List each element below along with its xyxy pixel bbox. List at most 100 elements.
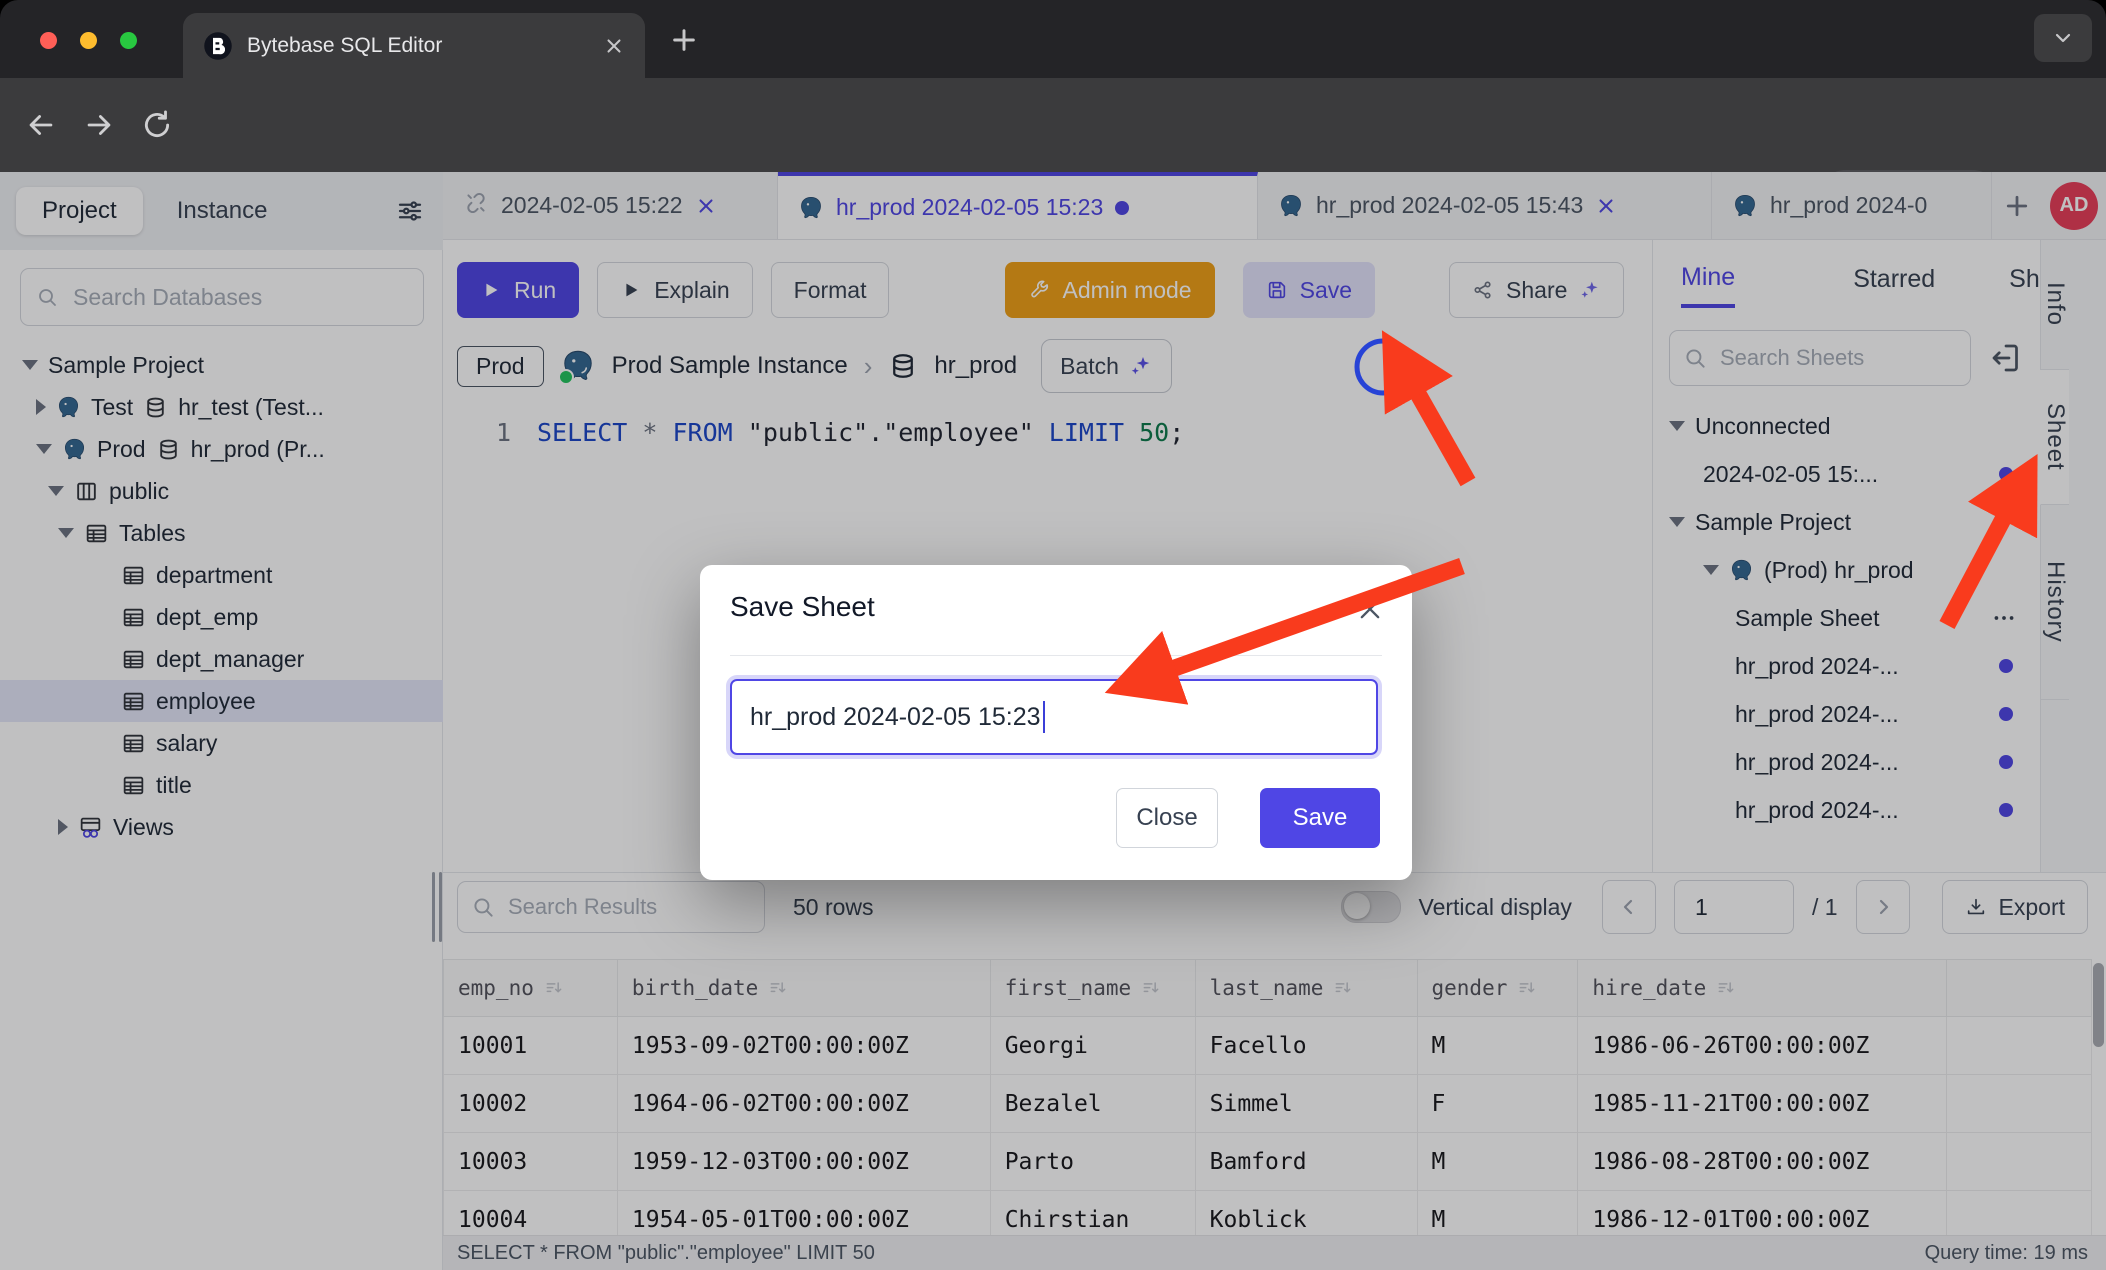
caret-right-icon[interactable] [58,819,68,835]
prev-page-button[interactable] [1602,880,1656,934]
caret-right-icon[interactable] [36,399,46,415]
result-cell[interactable]: 10003 [444,1133,618,1191]
format-button[interactable]: Format [771,262,890,318]
result-cell[interactable]: 1986-12-01T00:00:00Z [1578,1191,1947,1237]
result-cell[interactable]: 1986-08-28T00:00:00Z [1578,1133,1947,1191]
results-scrollbar[interactable] [2093,963,2104,1047]
result-cell[interactable]: Koblick [1195,1191,1417,1237]
tree-item-department[interactable]: department [0,554,443,596]
caret-down-icon[interactable] [58,528,74,538]
rail-tab-history[interactable]: History [2041,505,2069,700]
tree-item-dept-emp[interactable]: dept_emp [0,596,443,638]
sheet-tab[interactable]: hr_prod 2024-02-05 15:43 [1258,172,1712,239]
save-button[interactable]: Save [1243,262,1375,318]
sheet-search-input[interactable] [1718,344,1958,372]
admin-mode-button[interactable]: Admin mode [1005,262,1214,318]
result-cell[interactable]: 1954-05-01T00:00:00Z [617,1191,990,1237]
tab-instance[interactable]: Instance [177,197,268,225]
result-cell[interactable]: M [1417,1191,1578,1237]
column-header-last_name[interactable]: last_name [1195,960,1417,1017]
result-cell[interactable]: Georgi [990,1017,1195,1075]
sheet-list-item[interactable]: Sample Project [1653,498,2041,546]
environment-chip[interactable]: Prod [457,346,544,387]
share-button[interactable]: Share [1449,262,1624,318]
tree-item-salary[interactable]: salary [0,722,443,764]
caret-down-icon[interactable] [1669,517,1685,527]
tree-item-title[interactable]: title [0,764,443,806]
user-avatar[interactable]: AD [2050,182,2098,230]
sheet-item-menu-icon[interactable] [1991,605,2017,631]
column-header-first_name[interactable]: first_name [990,960,1195,1017]
sheet-list-item[interactable]: hr_prod 2024-... [1653,786,2041,834]
tab-project[interactable]: Project [16,187,143,235]
result-cell[interactable]: 1964-06-02T00:00:00Z [617,1075,990,1133]
result-cell[interactable]: 1986-06-26T00:00:00Z [1578,1017,1947,1075]
result-cell[interactable]: M [1417,1133,1578,1191]
sidebar-resize-handle[interactable] [432,872,442,942]
caret-down-icon[interactable] [36,444,52,454]
new-tab-icon[interactable] [668,24,700,56]
browser-tab[interactable]: Bytebase SQL Editor [183,13,645,78]
run-button[interactable]: Run [457,262,579,318]
vertical-display-toggle[interactable] [1341,891,1401,923]
result-cell[interactable]: 1959-12-03T00:00:00Z [617,1133,990,1191]
tree-item-employee[interactable]: employee [0,680,443,722]
database-search[interactable] [20,268,424,326]
results-search-input[interactable] [506,893,752,921]
sheet-tab-close-icon[interactable] [695,195,717,217]
tree-item-public[interactable]: public [0,470,443,512]
batch-button[interactable]: Batch [1041,339,1172,393]
modal-close-button[interactable]: Close [1116,788,1218,848]
caret-down-icon[interactable] [48,486,64,496]
tree-item-tables[interactable]: Tables [0,512,443,554]
export-button[interactable]: Export [1942,880,2088,934]
caret-down-icon[interactable] [1669,421,1685,431]
new-sheet-button[interactable] [2002,191,2032,221]
tree-item-dept-manager[interactable]: dept_manager [0,638,443,680]
tree-item-test[interactable]: Testhr_test (Test... [0,386,443,428]
rail-tab-info[interactable]: Info [2041,240,2069,370]
explain-button[interactable]: Explain [597,262,752,318]
result-cell[interactable]: M [1417,1017,1578,1075]
caret-down-icon[interactable] [1703,565,1719,575]
database-name[interactable]: hr_prod [934,352,1017,380]
result-cell[interactable]: Bezalel [990,1075,1195,1133]
sheet-name-input[interactable]: hr_prod 2024-02-05 15:23 [730,679,1378,755]
results-search[interactable] [457,881,765,933]
window-zoom-button[interactable] [120,32,137,49]
result-cell[interactable]: 1953-09-02T00:00:00Z [617,1017,990,1075]
database-search-input[interactable] [71,283,409,312]
result-cell[interactable]: F [1417,1075,1578,1133]
sheet-search[interactable] [1669,330,1971,386]
sheet-list-item[interactable]: hr_prod 2024-... [1653,642,2041,690]
sheet-list-item[interactable]: Unconnected [1653,402,2041,450]
caret-down-icon[interactable] [22,360,38,370]
result-cell[interactable]: Simmel [1195,1075,1417,1133]
result-cell[interactable]: Chirstian [990,1191,1195,1237]
result-cell[interactable]: Bamford [1195,1133,1417,1191]
sheet-list-item[interactable]: 2024-02-05 15:... [1653,450,2041,498]
tab-search-button[interactable] [2034,14,2092,62]
tree-item-prod[interactable]: Prodhr_prod (Pr... [0,428,443,470]
result-cell[interactable]: 10001 [444,1017,618,1075]
column-header-hire_date[interactable]: hire_date [1578,960,1947,1017]
next-page-button[interactable] [1856,880,1910,934]
window-close-button[interactable] [40,32,57,49]
instance-name[interactable]: Prod Sample Instance [612,352,848,380]
result-cell[interactable]: 10004 [444,1191,618,1237]
sheet-list-item[interactable]: (Prod) hr_prod [1653,546,2041,594]
result-cell[interactable]: Parto [990,1133,1195,1191]
reload-icon[interactable] [140,108,174,142]
window-minimize-button[interactable] [80,32,97,49]
result-cell[interactable]: 10002 [444,1075,618,1133]
back-icon[interactable] [24,108,58,142]
column-header-birth_date[interactable]: birth_date [617,960,990,1017]
tab-close-icon[interactable] [603,35,625,57]
rail-tab-sheet[interactable]: Sheet [2040,370,2069,505]
forward-icon[interactable] [82,108,116,142]
tree-item-views[interactable]: Views [0,806,443,848]
page-number-input[interactable] [1674,880,1794,934]
sheet-list-item[interactable]: hr_prod 2024-... [1653,738,2041,786]
sheet-list-item[interactable]: hr_prod 2024-... [1653,690,2041,738]
result-cell[interactable]: 1985-11-21T00:00:00Z [1578,1075,1947,1133]
